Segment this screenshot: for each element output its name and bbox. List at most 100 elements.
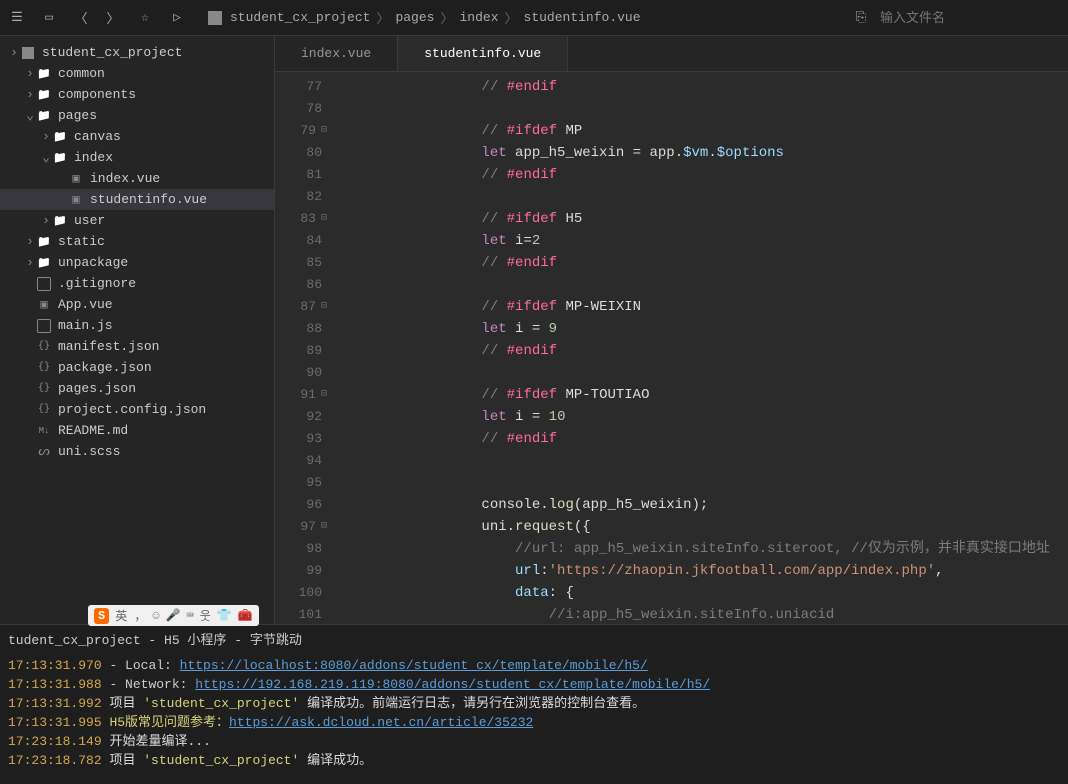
terminal-line: 17:13:31.995 H5版常见问题参考：https://ask.dclou… — [8, 713, 1060, 732]
terminal-output[interactable]: 17:13:31.970 - Local: https://localhost:… — [0, 652, 1068, 774]
tree-item-label: unpackage — [58, 255, 128, 270]
folder-row[interactable]: ›static — [0, 231, 274, 252]
line-number: 94 — [275, 450, 327, 472]
file-row[interactable]: uni.scss — [0, 441, 274, 462]
fold-icon[interactable]: ⊟ — [321, 120, 327, 142]
folder-icon — [36, 256, 52, 270]
code-line[interactable]: // #ifdef MP-WEIXIN — [347, 296, 1068, 318]
folder-row[interactable]: ›common — [0, 63, 274, 84]
file-row[interactable]: App.vue — [0, 294, 274, 315]
file-row[interactable]: manifest.json — [0, 336, 274, 357]
chevron-right-icon[interactable]: › — [24, 255, 36, 270]
emoji-icon[interactable]: ☺ — [152, 609, 159, 623]
code-line[interactable]: // #endif — [347, 340, 1068, 362]
breadcrumb-item[interactable]: index — [459, 10, 498, 25]
folder-row[interactable]: › unpackage — [0, 252, 274, 273]
editor-area: index.vuestudentinfo.vue 77 78 79 ⊟80 81… — [275, 36, 1068, 624]
file-row[interactable]: studentinfo.vue — [0, 189, 274, 210]
mic-icon[interactable]: 🎤 — [166, 608, 181, 623]
chevron-right-icon[interactable]: › — [40, 129, 52, 144]
code-line[interactable]: let i=2 — [347, 230, 1068, 252]
person-icon[interactable]: 웃 — [200, 607, 211, 624]
file-row[interactable]: main.js — [0, 315, 274, 336]
code-editor[interactable]: 77 78 79 ⊟80 81 82 83 ⊟84 85 86 87 ⊟88 8… — [275, 72, 1068, 624]
chevron-right-icon[interactable]: › — [40, 213, 52, 228]
code-line[interactable]: let i = 10 — [347, 406, 1068, 428]
code-line[interactable]: // #endif — [347, 76, 1068, 98]
file-row[interactable]: .gitignore — [0, 273, 274, 294]
code-line[interactable]: let i = 9 — [347, 318, 1068, 340]
folder-row[interactable]: ›components — [0, 84, 274, 105]
shirt-icon[interactable]: 👕 — [217, 608, 232, 623]
code-line[interactable] — [347, 472, 1068, 494]
folder-row[interactable]: ›user — [0, 210, 274, 231]
fold-icon[interactable]: ⊟ — [321, 516, 327, 538]
chevron-right-icon[interactable]: › — [24, 87, 36, 102]
file-search-input[interactable] — [880, 10, 1060, 25]
folder-row[interactable]: ›canvas — [0, 126, 274, 147]
run-icon[interactable]: ▷ — [168, 9, 186, 27]
terminal-link[interactable]: https://ask.dcloud.net.cn/article/35232 — [229, 715, 533, 730]
code-line[interactable] — [347, 450, 1068, 472]
folder-row[interactable]: ⌄pages — [0, 105, 274, 126]
file-row[interactable]: › student_cx_project — [0, 42, 274, 63]
breadcrumb-item[interactable]: studentinfo.vue — [524, 10, 641, 25]
line-number: 98 — [275, 538, 327, 560]
breadcrumb-item[interactable]: pages — [395, 10, 434, 25]
code-line[interactable] — [347, 274, 1068, 296]
breadcrumb-item[interactable]: student_cx_project — [230, 10, 370, 25]
tree-item-label: uni.scss — [58, 444, 120, 459]
keyboard-icon[interactable]: ⌨ — [187, 608, 194, 623]
file-row[interactable]: README.md — [0, 420, 274, 441]
code-line[interactable]: //url: app_h5_weixin.siteInfo.siteroot, … — [347, 538, 1068, 560]
chevron-down-icon[interactable]: ⌄ — [40, 150, 52, 165]
chevron-down-icon[interactable]: ⌄ — [24, 108, 36, 123]
toolbox-icon[interactable]: 🧰 — [238, 608, 253, 623]
code-line[interactable]: // #ifdef H5 — [347, 208, 1068, 230]
fold-icon[interactable]: ⊟ — [321, 384, 327, 406]
code-line[interactable]: // #endif — [347, 428, 1068, 450]
file-row[interactable]: index.vue — [0, 168, 274, 189]
nav-forward-icon[interactable]: 〉 — [104, 9, 122, 27]
nav-back-icon[interactable]: 〈 — [72, 9, 90, 27]
code-line[interactable] — [347, 362, 1068, 384]
file-explorer[interactable]: ›student_cx_project›common›components⌄pa… — [0, 36, 275, 624]
file-row[interactable]: project.config.json — [0, 399, 274, 420]
fold-icon[interactable]: ⊟ — [321, 208, 327, 230]
terminal-link[interactable]: https://localhost:8080/addons/student_cx… — [180, 658, 648, 673]
code-line[interactable] — [347, 98, 1068, 120]
fold-icon[interactable]: ⊟ — [321, 296, 327, 318]
terminal-link[interactable]: https://192.168.219.119:8080/addons/stud… — [195, 677, 710, 692]
chevron-right-icon[interactable]: › — [24, 66, 36, 81]
code-line[interactable]: data: { — [347, 582, 1068, 604]
file-row[interactable]: pages.json — [0, 378, 274, 399]
code-line[interactable]: // #ifdef MP — [347, 120, 1068, 142]
line-number: 83 ⊟ — [275, 208, 327, 230]
code-line[interactable]: // #endif — [347, 164, 1068, 186]
file-row[interactable]: package.json — [0, 357, 274, 378]
code-line[interactable]: console.log(app_h5_weixin); — [347, 494, 1068, 516]
ime-toolbar[interactable]: S 英 ， ☺ 🎤 ⌨ 웃 👕 🧰 — [88, 605, 259, 626]
json-file-icon — [36, 341, 52, 352]
code-line[interactable] — [347, 186, 1068, 208]
code-line[interactable]: // #ifdef MP-TOUTIAO — [347, 384, 1068, 406]
folder-row[interactable]: ⌄index — [0, 147, 274, 168]
code-line[interactable]: //i:app_h5_weixin.siteInfo.uniacid — [347, 604, 1068, 624]
project-icon — [208, 11, 222, 25]
editor-tab[interactable]: studentinfo.vue — [398, 36, 568, 71]
chevron-right-icon[interactable]: › — [8, 45, 20, 60]
editor-tab[interactable]: index.vue — [275, 36, 398, 71]
code-line[interactable]: url:'https://zhaopin.jkfootball.com/app/… — [347, 560, 1068, 582]
editor-tabs: index.vuestudentinfo.vue — [275, 36, 1068, 72]
ime-lang-label[interactable]: 英 ， — [115, 607, 146, 624]
chevron-right-icon[interactable]: › — [24, 234, 36, 249]
star-icon[interactable]: ☆ — [136, 9, 154, 27]
tree-item-label: student_cx_project — [42, 45, 182, 60]
code-line[interactable]: // #endif — [347, 252, 1068, 274]
code-content[interactable]: // #endif // #ifdef MP let app_h5_weixin… — [335, 72, 1068, 624]
window-icon[interactable]: ▭ — [40, 9, 58, 27]
menu-icon[interactable]: ☰ — [8, 9, 26, 27]
code-line[interactable]: uni.request({ — [347, 516, 1068, 538]
goto-file-icon[interactable]: ⎘ — [852, 9, 870, 27]
code-line[interactable]: let app_h5_weixin = app.$vm.$options — [347, 142, 1068, 164]
